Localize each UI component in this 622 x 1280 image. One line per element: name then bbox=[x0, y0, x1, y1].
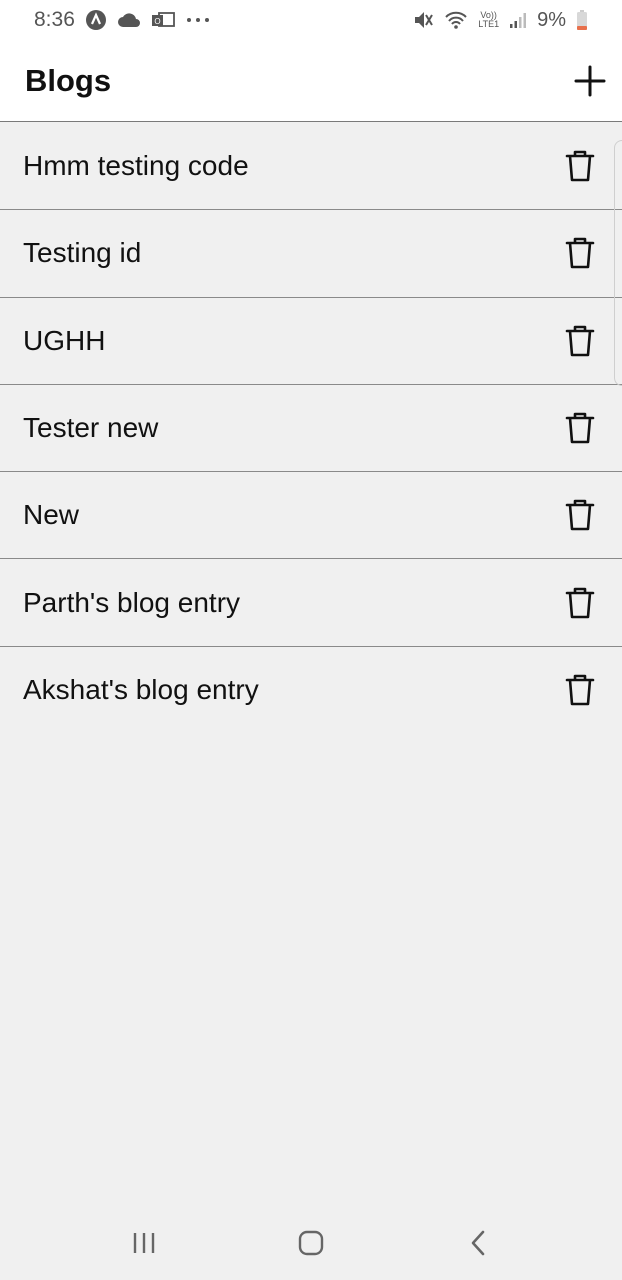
home-icon bbox=[298, 1230, 324, 1256]
trash-icon bbox=[565, 150, 595, 182]
list-item[interactable]: Tester new bbox=[0, 384, 622, 473]
status-bar: 8:36 O Vo)) LTE1 9% bbox=[0, 0, 622, 40]
recent-apps-icon bbox=[133, 1233, 154, 1253]
battery-low-icon bbox=[576, 9, 588, 31]
trash-icon bbox=[565, 238, 595, 269]
volte-lte-icon: Vo)) LTE1 bbox=[478, 11, 499, 29]
cloud-icon bbox=[117, 12, 141, 28]
plus-icon bbox=[574, 65, 606, 96]
delete-button[interactable] bbox=[562, 670, 598, 710]
add-blog-button[interactable] bbox=[566, 57, 614, 105]
more-dots-icon bbox=[185, 16, 211, 24]
back-button[interactable] bbox=[448, 1213, 508, 1273]
blog-title: Hmm testing code bbox=[23, 150, 249, 182]
blog-title: Tester new bbox=[23, 412, 159, 444]
trash-icon bbox=[565, 500, 595, 531]
list-item[interactable]: Akshat's blog entry bbox=[0, 646, 622, 735]
trash-icon bbox=[565, 325, 595, 357]
delete-button[interactable] bbox=[562, 583, 598, 623]
outlook-icon: O bbox=[151, 10, 175, 30]
svg-text:O: O bbox=[154, 17, 160, 26]
blog-title: New bbox=[23, 499, 80, 531]
home-button[interactable] bbox=[281, 1213, 341, 1273]
status-left: 8:36 O bbox=[34, 8, 211, 32]
edge-panel-handle[interactable] bbox=[614, 140, 622, 386]
wifi-icon bbox=[444, 10, 468, 30]
blog-list: Hmm testing code Testing id UGHH Tester … bbox=[0, 123, 622, 735]
trash-icon bbox=[565, 412, 595, 444]
delete-button[interactable] bbox=[562, 146, 598, 186]
system-nav-bar bbox=[0, 1206, 622, 1280]
status-time: 8:36 bbox=[34, 8, 75, 31]
list-item[interactable]: Hmm testing code bbox=[0, 123, 622, 211]
blog-title: UGHH bbox=[23, 324, 106, 356]
blog-title: Parth's blog entry bbox=[23, 586, 241, 618]
mute-icon bbox=[412, 9, 434, 31]
app-header: Blogs bbox=[0, 40, 622, 122]
delete-button[interactable] bbox=[562, 233, 598, 273]
blog-title: Testing id bbox=[23, 237, 142, 269]
lte-label: LTE1 bbox=[478, 19, 500, 29]
delete-button[interactable] bbox=[562, 408, 598, 448]
trash-icon bbox=[565, 675, 595, 706]
blog-title: Akshat's blog entry bbox=[23, 674, 259, 706]
back-icon bbox=[472, 1230, 485, 1256]
delete-button[interactable] bbox=[562, 495, 598, 535]
page-title: Blogs bbox=[25, 62, 112, 98]
delete-button[interactable] bbox=[562, 321, 598, 361]
status-right: Vo)) LTE1 9% bbox=[412, 9, 588, 32]
trash-icon bbox=[565, 587, 595, 618]
signal-icon bbox=[509, 11, 527, 29]
list-item[interactable]: UGHH bbox=[0, 297, 622, 385]
list-item[interactable]: New bbox=[0, 472, 622, 560]
app-notification-icon bbox=[85, 9, 107, 31]
battery-percent: 9% bbox=[537, 8, 566, 31]
recent-apps-button[interactable] bbox=[114, 1213, 174, 1273]
list-item[interactable]: Parth's blog entry bbox=[0, 559, 622, 647]
list-item[interactable]: Testing id bbox=[0, 210, 622, 298]
